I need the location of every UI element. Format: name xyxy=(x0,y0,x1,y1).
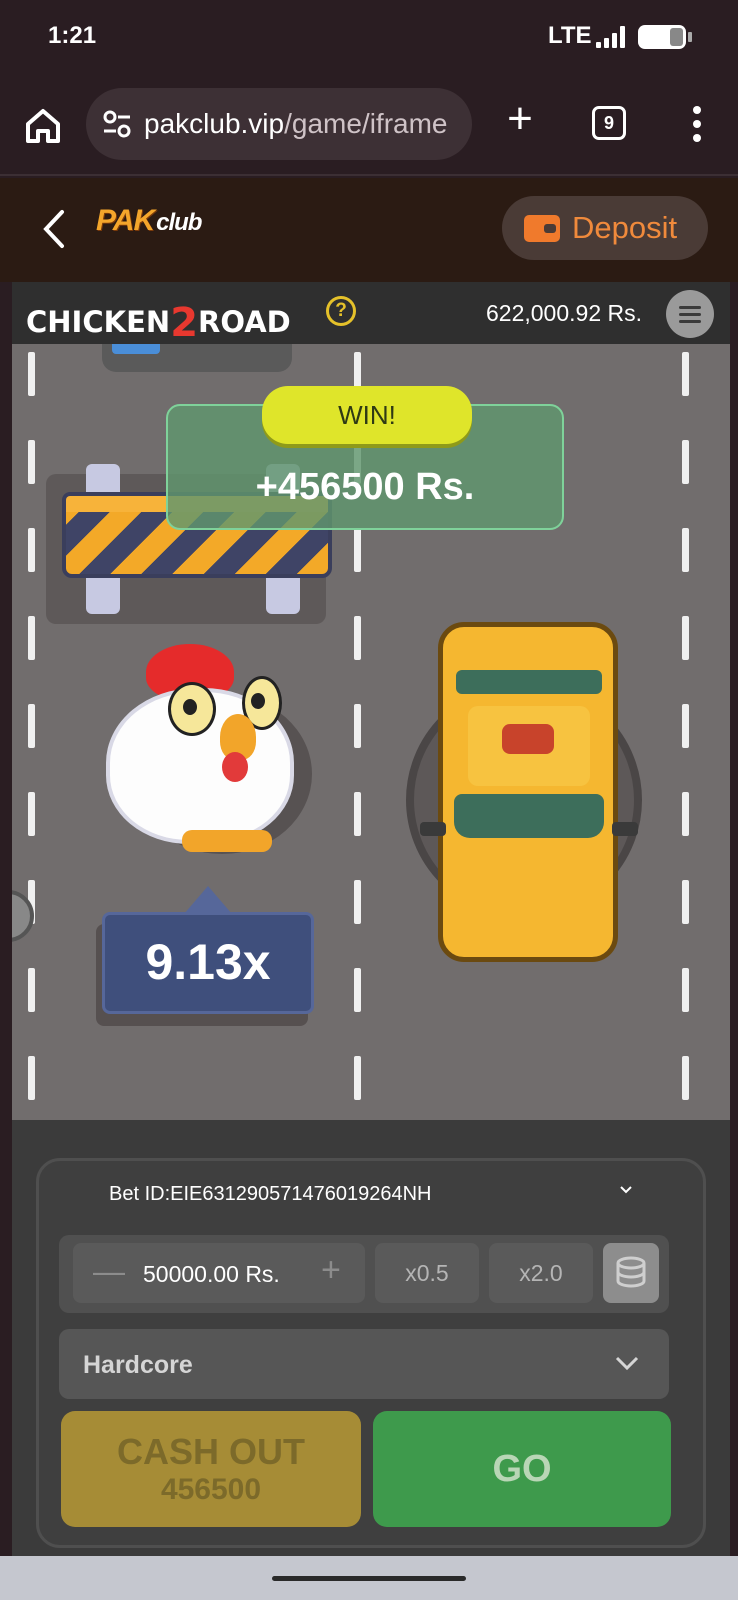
game-frame: CHICKEN2ROAD ? 622,000.92 Rs. WIN! +4565… xyxy=(12,282,730,1556)
url-host: pakclub.vip xyxy=(144,108,285,139)
back-arrow-icon[interactable] xyxy=(38,208,68,250)
more-menu-icon[interactable] xyxy=(682,104,712,144)
taxi-car-icon xyxy=(406,622,646,972)
double-stake-button[interactable]: x2.0 xyxy=(489,1243,593,1303)
new-tab-icon[interactable]: + xyxy=(500,97,540,141)
bet-id: Bet ID:EIE631290571476019264NH xyxy=(109,1183,432,1205)
game-header: CHICKEN2ROAD ? 622,000.92 Rs. xyxy=(12,282,730,346)
browser-toolbar: pakclub.vip/game/iframe + 9 xyxy=(0,80,738,176)
half-stake-button[interactable]: x0.5 xyxy=(375,1243,479,1303)
stake-stepper[interactable]: — 50000.00 Rs. + xyxy=(73,1243,365,1303)
road-area: WIN! +456500 Rs. 9.13x xyxy=(12,344,730,1120)
logo-secondary: club xyxy=(156,209,202,236)
cash-out-label: CASH OUT xyxy=(117,1431,305,1472)
game-title-number: 2 xyxy=(170,300,199,346)
chevron-down-icon xyxy=(615,1353,639,1373)
bet-panel: Bet ID:EIE631290571476019264NH — 50000.0… xyxy=(36,1158,706,1548)
difficulty-select[interactable]: Hardcore xyxy=(59,1329,669,1399)
deposit-button[interactable]: Deposit xyxy=(502,196,708,260)
win-amount: +456500 Rs. xyxy=(255,466,475,508)
hamburger-menu-icon[interactable] xyxy=(666,290,714,338)
win-popup: WIN! +456500 Rs. xyxy=(166,386,564,530)
multiplier-badge: 9.13x xyxy=(96,886,314,1026)
chicken-icon xyxy=(102,624,312,864)
go-button[interactable]: GO xyxy=(373,1411,671,1527)
minus-icon[interactable]: — xyxy=(93,1255,125,1287)
coins-icon[interactable] xyxy=(603,1243,659,1303)
multiplier-value: 9.13x xyxy=(102,912,314,1014)
stake-row: — 50000.00 Rs. + x0.5 x2.0 xyxy=(59,1235,669,1313)
deposit-label: Deposit xyxy=(572,210,678,245)
chevron-down-icon[interactable] xyxy=(619,1183,633,1197)
status-time: 1:21 xyxy=(48,22,97,49)
system-nav-bar xyxy=(0,1556,738,1600)
battery-icon xyxy=(638,25,692,49)
win-label: WIN! xyxy=(262,386,472,444)
tab-switcher-button[interactable]: 9 xyxy=(592,106,626,140)
status-bar: 1:21 LTE xyxy=(0,0,738,80)
site-logo[interactable]: PAKclub xyxy=(96,204,202,238)
home-icon[interactable] xyxy=(22,105,64,147)
network-type: LTE xyxy=(548,22,592,49)
wallet-icon xyxy=(524,215,560,242)
url-path: /game/iframe xyxy=(284,108,448,139)
url-text: pakclub.vip/game/iframe xyxy=(144,108,466,140)
signal-icon xyxy=(596,26,630,48)
logo-primary: PAK xyxy=(96,204,155,237)
game-title-left: CHICKEN xyxy=(26,305,171,339)
home-gesture-handle[interactable] xyxy=(272,1576,466,1581)
cash-out-button[interactable]: CASH OUT 456500 xyxy=(61,1411,361,1527)
help-icon[interactable]: ? xyxy=(326,296,356,326)
site-settings-icon[interactable] xyxy=(102,110,132,138)
cash-out-amount: 456500 xyxy=(160,1473,262,1506)
site-header: PAKclub Deposit xyxy=(0,178,738,282)
stake-value[interactable]: 50000.00 Rs. xyxy=(143,1261,280,1288)
car-partial-icon xyxy=(102,344,292,372)
balance-display: 622,000.92 Rs. xyxy=(486,300,643,326)
address-bar[interactable]: pakclub.vip/game/iframe xyxy=(86,88,472,160)
game-logo: CHICKEN2ROAD xyxy=(26,296,291,346)
difficulty-value: Hardcore xyxy=(83,1351,193,1379)
plus-icon[interactable]: + xyxy=(321,1253,341,1287)
game-title-right: ROAD xyxy=(198,305,291,339)
